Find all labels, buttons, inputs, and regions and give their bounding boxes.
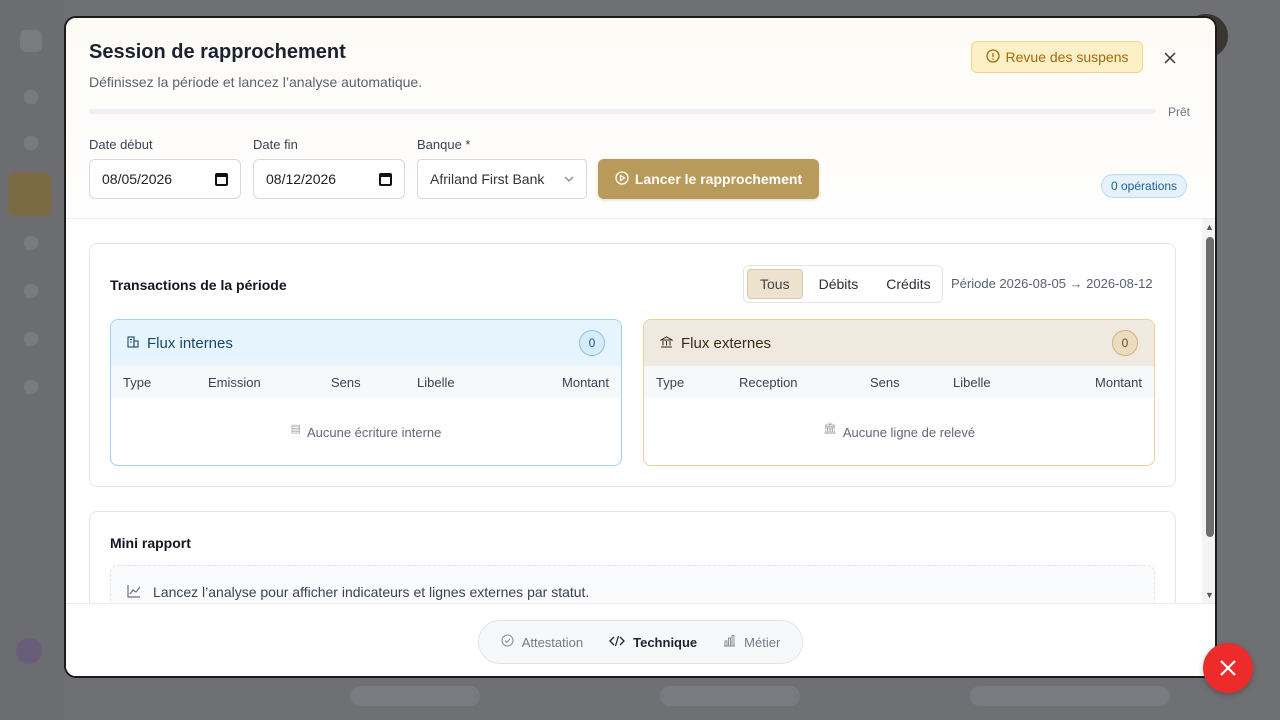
end-date-value: 08/12/2026 xyxy=(266,171,337,187)
external-flows-panel: Flux externes 0 Type Reception Sens Libe… xyxy=(643,319,1155,466)
calendar-icon[interactable] xyxy=(215,172,228,186)
building-icon xyxy=(127,335,139,352)
bank-icon xyxy=(659,335,674,352)
code-icon xyxy=(609,635,626,650)
period-label: Période 2026-08-05 → 2026-08-12 xyxy=(951,276,1153,291)
external-flows-count: 0 xyxy=(1112,330,1138,356)
bank-select[interactable]: Afriland First Bank xyxy=(417,159,587,199)
chevron-down-icon xyxy=(564,173,574,185)
column-header: Montant xyxy=(1095,375,1142,390)
modal-subtitle: Définissez la période et lancez l’analys… xyxy=(89,74,423,90)
modal-title: Session de rapprochement xyxy=(89,41,346,63)
trend-chart-icon xyxy=(127,584,141,601)
footer-tabs: Attestation Technique Métier xyxy=(478,620,803,664)
internal-empty-state: ▤ Aucune écriture interne xyxy=(111,398,621,465)
end-date-input[interactable]: 08/12/2026 xyxy=(253,159,405,199)
play-circle-icon xyxy=(615,170,629,188)
column-header: Type xyxy=(656,375,685,390)
background-footer-link xyxy=(350,686,480,706)
mini-report-info-text: Lancez l’analyse pour afficher indicateu… xyxy=(153,584,590,600)
mini-report-title: Mini rapport xyxy=(110,535,191,551)
bank-select-value: Afriland First Bank xyxy=(430,171,545,187)
calendar-icon[interactable] xyxy=(379,172,392,186)
end-date-label: Date fin xyxy=(253,137,298,152)
background-logo xyxy=(20,30,42,52)
internal-flows-title: Flux internes xyxy=(127,335,233,352)
check-circle-icon xyxy=(501,634,514,650)
filter-credits-button[interactable]: Crédits xyxy=(874,269,942,299)
launch-reconciliation-button[interactable]: Lancer le rapprochement xyxy=(598,159,819,199)
external-flows-title: Flux externes xyxy=(659,334,772,352)
info-circle-icon xyxy=(985,48,1000,66)
internal-flows-count: 0 xyxy=(579,330,605,356)
empty-list-icon: ▤ xyxy=(290,422,301,435)
background-nav-icon xyxy=(24,380,38,394)
background-sidebar xyxy=(0,0,64,720)
column-header: Type xyxy=(123,375,152,390)
internal-flows-header: Flux internes 0 xyxy=(111,320,621,366)
tab-technique[interactable]: Technique xyxy=(599,626,707,658)
bank-icon: 🏛 xyxy=(822,422,837,435)
background-nav-icon xyxy=(24,236,38,250)
filter-all-button[interactable]: Tous xyxy=(747,269,803,299)
background-nav-icon xyxy=(24,136,38,150)
background-flag-icon xyxy=(16,638,42,664)
external-empty-state: 🏛 Aucune ligne de relevé xyxy=(644,398,1154,465)
internal-empty-text: Aucune écriture interne xyxy=(306,424,442,440)
close-floating-button[interactable] xyxy=(1203,643,1253,693)
background-nav-icon xyxy=(24,284,38,298)
internal-flows-panel: Flux internes 0 Type Emission Sens Libel… xyxy=(110,319,622,466)
external-flows-label: Flux externes xyxy=(681,334,772,352)
modal-footer: Attestation Technique Métier xyxy=(66,603,1215,676)
start-date-label: Date début xyxy=(89,137,153,152)
close-icon xyxy=(1219,653,1237,684)
background-nav-active xyxy=(8,172,52,216)
tab-attestation[interactable]: Attestation xyxy=(491,626,593,658)
tab-metier-label: Métier xyxy=(744,634,781,650)
mini-report-info: Lancez l’analyse pour afficher indicateu… xyxy=(110,565,1155,603)
tab-technique-label: Technique xyxy=(633,634,698,650)
column-header: Emission xyxy=(208,375,261,390)
external-table-header: Type Reception Sens Libelle Montant xyxy=(644,366,1154,398)
filter-segmented-control: Tous Débits Crédits xyxy=(743,265,943,303)
external-empty-text: Aucune ligne de relevé xyxy=(842,424,976,440)
start-date-input[interactable]: 08/05/2026 xyxy=(89,159,241,199)
scroll-thumb[interactable] xyxy=(1206,237,1214,537)
column-header: Sens xyxy=(870,375,900,390)
reconciliation-modal: Session de rapprochement Définissez la p… xyxy=(64,16,1217,678)
operations-count-badge: 0 opérations xyxy=(1101,174,1188,198)
column-header: Libelle xyxy=(417,375,455,390)
bank-label: Banque * xyxy=(417,137,471,152)
tab-metier[interactable]: Métier xyxy=(713,626,790,658)
background-footer-link xyxy=(660,686,800,706)
column-header: Reception xyxy=(739,375,798,390)
modal-scrollbar[interactable]: ▲ ▼ xyxy=(1202,219,1215,603)
external-flows-header: Flux externes 0 xyxy=(644,320,1154,366)
internal-flows-label: Flux internes xyxy=(147,334,233,352)
scroll-down-arrow[interactable]: ▼ xyxy=(1205,590,1214,600)
background-nav-icon xyxy=(24,332,38,346)
background-footer-link xyxy=(970,686,1170,706)
mini-report-card: Mini rapport Lancez l’analyse pour affic… xyxy=(89,511,1176,603)
modal-body[interactable]: Transactions de la période Tous Débits C… xyxy=(66,219,1202,603)
launch-reconciliation-label: Lancer le rapprochement xyxy=(634,171,803,187)
column-header: Montant xyxy=(562,375,609,390)
progress-bar xyxy=(89,109,1156,114)
tab-attestation-label: Attestation xyxy=(521,634,584,650)
transactions-card: Transactions de la période Tous Débits C… xyxy=(89,243,1176,487)
bar-chart-icon xyxy=(723,634,736,650)
background-nav-icon xyxy=(24,90,38,104)
close-icon[interactable] xyxy=(1160,48,1180,68)
start-date-value: 08/05/2026 xyxy=(102,171,173,187)
suspense-review-label: Revue des suspens xyxy=(1005,49,1129,65)
suspense-review-button[interactable]: Revue des suspens xyxy=(971,41,1143,73)
column-header: Libelle xyxy=(953,375,991,390)
scroll-up-arrow[interactable]: ▲ xyxy=(1205,222,1214,232)
modal-header: Session de rapprochement Définissez la p… xyxy=(66,18,1215,219)
filter-debits-button[interactable]: Débits xyxy=(807,269,871,299)
transactions-title: Transactions de la période xyxy=(110,277,287,293)
column-header: Sens xyxy=(331,375,361,390)
progress-label: Prêt xyxy=(1168,105,1191,119)
internal-table-header: Type Emission Sens Libelle Montant xyxy=(111,366,621,398)
